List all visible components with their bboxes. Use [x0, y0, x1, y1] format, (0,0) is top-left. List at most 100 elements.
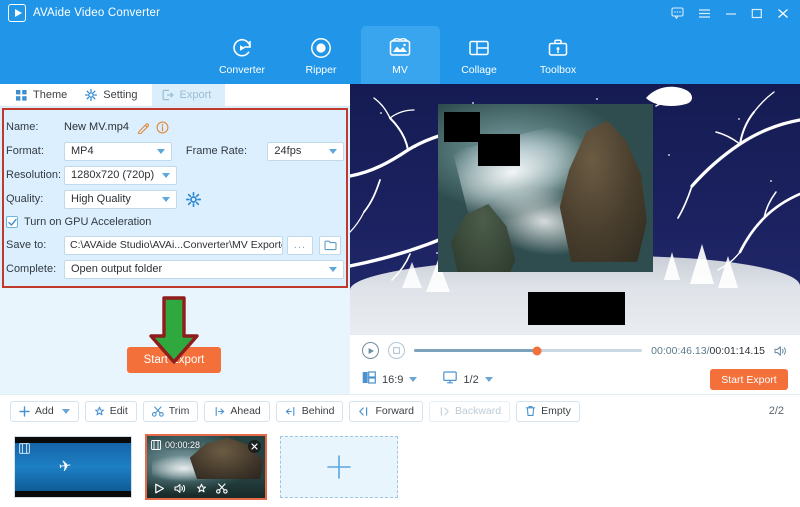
thumbnail-1-content: ✈: [57, 457, 73, 476]
nav-label-toolbox: Toolbox: [539, 63, 577, 76]
row-quality: Quality: High Quality: [6, 187, 344, 211]
film-strip-icon: [151, 440, 161, 450]
chevron-down-icon: [329, 148, 337, 154]
convert-refresh-icon: [230, 35, 254, 61]
gpu-checkbox[interactable]: [6, 216, 18, 228]
chevron-down-icon: [61, 408, 70, 414]
row-name: Name: New MV.mp4: [6, 115, 344, 139]
toolbar-button-empty[interactable]: Empty: [516, 400, 580, 422]
chevron-down-icon: [484, 377, 493, 382]
resolution-dropdown[interactable]: 1280x720 (720p): [64, 165, 177, 185]
clip-edit-icon[interactable]: [196, 483, 207, 494]
toolbar-button-behind[interactable]: Behind: [275, 400, 344, 422]
player-row-options: 16:9 1/2 Start Export: [362, 366, 788, 393]
trash-icon: [525, 405, 536, 417]
toolbar-button-add[interactable]: Add: [10, 400, 79, 422]
start-export-button-player[interactable]: Start Export: [710, 369, 788, 390]
frame-rate-dropdown[interactable]: 24fps: [267, 141, 344, 161]
complete-dropdown[interactable]: Open output folder: [64, 259, 344, 279]
menu-icon[interactable]: [698, 8, 711, 19]
save-path-input[interactable]: C:\AVAide Studio\AVAi...Converter\MV Exp…: [64, 235, 283, 255]
seek-handle[interactable]: [532, 346, 542, 355]
window-controls: [671, 7, 792, 19]
nav-item-collage[interactable]: Collage: [440, 26, 519, 84]
toolbox-case-icon: [546, 35, 570, 61]
nav-item-mv[interactable]: MV: [360, 26, 440, 84]
theme-squares-icon: [16, 89, 27, 101]
film-strip-icon: [19, 441, 30, 459]
stop-square-icon[interactable]: [388, 342, 405, 359]
aspect-ratio-selector[interactable]: 16:9: [362, 370, 418, 389]
folder-open-icon: [323, 240, 337, 251]
export-arrow-icon: [162, 89, 174, 101]
tab-setting[interactable]: Setting: [81, 84, 151, 106]
close-icon[interactable]: [777, 8, 789, 19]
chevron-down-icon: [329, 266, 337, 272]
tab-theme[interactable]: Theme: [12, 84, 81, 106]
insert-behind-icon: [285, 406, 297, 417]
browse-button[interactable]: ...: [287, 235, 313, 255]
main-navigation: Converter Ripper MV Collage Toolbox: [0, 26, 800, 84]
remove-clip-icon[interactable]: [248, 440, 261, 453]
zoom-selector[interactable]: 1/2: [443, 370, 493, 389]
insert-ahead-icon: [213, 406, 225, 417]
nav-item-ripper[interactable]: Ripper: [282, 26, 361, 84]
quality-dropdown[interactable]: High Quality: [64, 189, 177, 209]
format-label: Format:: [6, 145, 44, 157]
video-preview[interactable]: [350, 84, 800, 334]
toolbar-label-edit: Edit: [109, 405, 128, 417]
play-circle-icon[interactable]: [362, 342, 379, 359]
maximize-icon[interactable]: [751, 8, 763, 19]
add-clip-placeholder[interactable]: [280, 436, 398, 498]
thumbnail-clip-1[interactable]: ✈: [14, 436, 132, 498]
app-logo-icon: [8, 4, 26, 22]
row-save-to: Save to: C:\AVAide Studio\AVAi...Convert…: [6, 233, 344, 257]
toolbar-label-forward: Forward: [375, 405, 414, 417]
pencil-edit-icon[interactable]: [137, 121, 150, 134]
clip-play-icon[interactable]: [154, 483, 165, 494]
nav-label-ripper: Ripper: [305, 63, 337, 76]
zoom-value: 1/2: [463, 373, 479, 386]
toolbar-button-backward: Backward: [428, 400, 511, 422]
clip-trim-scissors-icon[interactable]: [216, 482, 228, 494]
name-label: Name:: [6, 121, 39, 133]
volume-speaker-icon[interactable]: [774, 345, 788, 357]
gpu-acceleration-row[interactable]: Turn on GPU Acceleration: [6, 211, 344, 233]
export-action-zone: Start Export: [0, 287, 350, 394]
toolbar-button-trim[interactable]: Trim: [142, 400, 199, 422]
format-dropdown[interactable]: MP4: [64, 141, 172, 161]
feedback-icon[interactable]: [671, 7, 684, 19]
open-folder-button[interactable]: [319, 235, 341, 255]
save-path-value: C:\AVAide Studio\AVAi...Converter\MV Exp…: [70, 239, 283, 251]
clip-duration-badge: 00:00:28: [151, 440, 200, 450]
thumbnail-clip-2[interactable]: 00:00:28: [145, 434, 267, 500]
clip-volume-icon[interactable]: [174, 483, 187, 494]
title-bar: AVAide Video Converter: [0, 0, 800, 26]
plus-icon: [327, 455, 351, 479]
complete-value: Open output folder: [71, 263, 163, 275]
clip-hover-controls: [147, 478, 265, 498]
setting-gear-icon: [85, 89, 98, 101]
tab-theme-label: Theme: [33, 89, 68, 101]
nav-item-toolbox[interactable]: Toolbox: [519, 26, 598, 84]
clip-duration-text: 00:00:28: [165, 440, 201, 450]
settings-gear-icon[interactable]: [186, 191, 201, 207]
complete-label: Complete:: [6, 263, 57, 275]
save-to-label: Save to:: [6, 239, 47, 251]
frame-rate-label: Frame Rate:: [185, 145, 248, 157]
format-value: MP4: [71, 145, 94, 157]
toolbar-button-edit[interactable]: Edit: [84, 400, 137, 422]
scissors-icon: [151, 405, 164, 417]
seek-slider[interactable]: [414, 346, 643, 355]
tab-export[interactable]: Export: [151, 84, 226, 106]
info-circle-icon[interactable]: [156, 121, 169, 134]
tab-setting-label: Setting: [103, 89, 138, 101]
resolution-value: 1280x720 (720p): [71, 169, 155, 181]
minimize-icon[interactable]: [725, 8, 737, 19]
toolbar-button-forward[interactable]: Forward: [349, 400, 423, 422]
frame-rate-value: 24fps: [274, 145, 302, 157]
toolbar-label-ahead: Ahead: [230, 405, 261, 417]
nav-item-converter[interactable]: Converter: [203, 26, 282, 84]
toolbar-button-ahead[interactable]: Ahead: [204, 400, 270, 422]
move-forward-icon: [358, 406, 370, 417]
